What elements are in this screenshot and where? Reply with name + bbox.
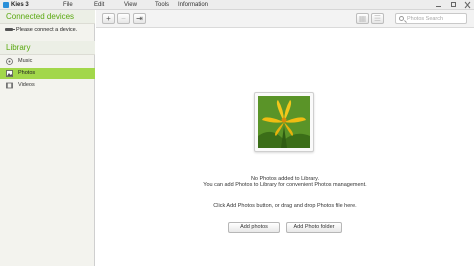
video-icon xyxy=(6,82,13,89)
search-input[interactable] xyxy=(407,15,465,22)
add-photos-button[interactable]: Add photos xyxy=(228,222,280,233)
menu-file[interactable]: File xyxy=(63,1,73,9)
sidebar-item-photos[interactable]: Photos xyxy=(0,68,95,79)
sidebar-item-music[interactable]: Music xyxy=(0,56,95,67)
photo-icon xyxy=(6,70,13,77)
list-view-button[interactable]: ☰ xyxy=(371,13,384,24)
cable-icon xyxy=(5,28,15,31)
device-status-row: Please connect a device. xyxy=(0,24,95,37)
menu-edit[interactable]: Edit xyxy=(94,1,104,9)
device-status-text: Please connect a device. xyxy=(16,27,78,33)
menu-view[interactable]: View xyxy=(124,1,137,9)
library-header: Library xyxy=(0,41,95,55)
grid-view-button[interactable]: ▦ xyxy=(356,13,369,24)
empty-hint: Click Add Photos button, or drag and dro… xyxy=(213,203,357,209)
connected-devices-title: Connected devices xyxy=(6,12,75,21)
sidebar-item-label: Videos xyxy=(18,82,35,88)
sidebar-item-label: Photos xyxy=(18,70,36,76)
menu-tools[interactable]: Tools xyxy=(155,1,169,9)
list-icon: ☰ xyxy=(373,14,382,23)
search-box[interactable] xyxy=(395,13,467,24)
add-photo-folder-button[interactable]: Add Photo folder xyxy=(286,222,342,233)
sidebar-item-label: Music xyxy=(18,58,33,64)
library-title: Library xyxy=(6,43,31,52)
add-button[interactable]: + xyxy=(102,13,115,24)
music-icon xyxy=(6,58,13,65)
app-logo-icon xyxy=(3,2,9,8)
main-content: No Photos added to Library. You can add … xyxy=(96,29,474,266)
menu-bar: Kies 3 File Edit View Tools Information xyxy=(0,0,474,10)
sidebar: Connected devices Please connect a devic… xyxy=(0,10,95,266)
maximize-button[interactable] xyxy=(449,1,458,9)
toolbar: + − ⇥ ▦ ☰ xyxy=(96,10,474,28)
minus-icon: − xyxy=(121,14,126,23)
export-icon: ⇥ xyxy=(136,14,143,23)
app-title: Kies 3 xyxy=(11,2,29,8)
search-icon xyxy=(399,16,404,21)
menu-information[interactable]: Information xyxy=(178,1,208,9)
empty-library-image xyxy=(254,92,314,152)
plus-icon: + xyxy=(106,14,111,23)
sidebar-item-videos[interactable]: Videos xyxy=(0,80,95,91)
connected-devices-header: Connected devices xyxy=(0,10,95,24)
export-button[interactable]: ⇥ xyxy=(133,13,146,24)
close-button[interactable] xyxy=(463,1,472,9)
remove-button[interactable]: − xyxy=(117,13,130,24)
minimize-button[interactable] xyxy=(434,1,443,9)
empty-description: You can add Photos to Library for conven… xyxy=(203,182,367,188)
grid-icon: ▦ xyxy=(358,14,367,23)
lily-flower-icon xyxy=(258,96,310,148)
